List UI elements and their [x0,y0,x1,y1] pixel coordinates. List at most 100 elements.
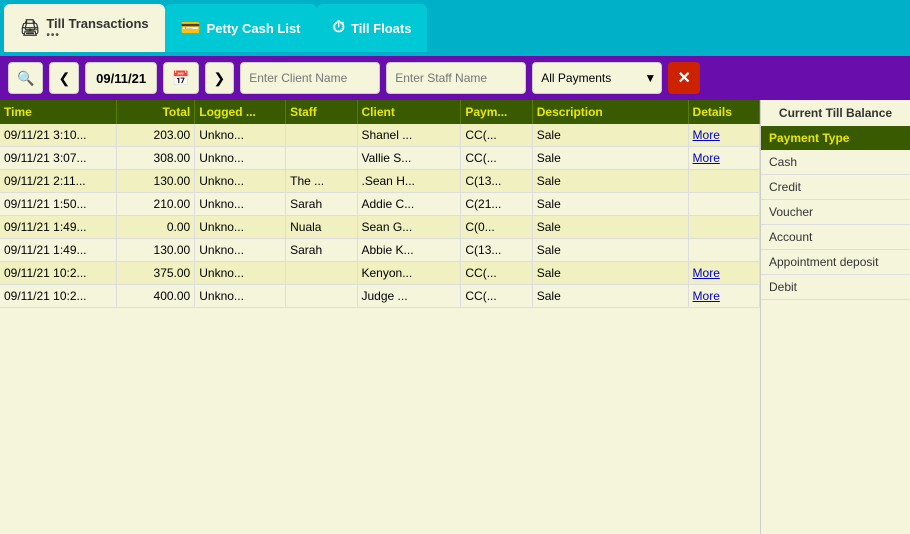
payment-type-item[interactable]: Credit [761,175,910,200]
col-header-client: Client [357,100,461,124]
cell-client: Shanel ... [357,124,461,147]
petty-cash-icon: 💳 [181,18,201,38]
cell-staff [286,147,357,170]
staff-name-input[interactable] [386,62,526,94]
payment-type-item[interactable]: Voucher [761,200,910,225]
tab-till-floats[interactable]: ⏱ Till Floats [317,4,428,52]
clear-icon: ✕ [678,68,691,88]
cell-payment: CC(... [461,262,532,285]
cell-client: Addie C... [357,193,461,216]
tab-dots: ••• [46,31,148,41]
cell-time: 09/11/21 1:49... [0,239,117,262]
cell-time: 09/11/21 10:2... [0,262,117,285]
cell-description: Sale [532,124,688,147]
cell-logged: Unkno... [195,124,286,147]
search-button[interactable]: 🔍 [8,62,43,94]
tab-till-floats-label: Till Floats [351,21,411,36]
table-row: 09/11/21 10:2...400.00Unkno... Judge ...C… [0,285,760,308]
cell-logged: Unkno... [195,262,286,285]
cell-payment: C(21... [461,193,532,216]
col-header-description: Description [532,100,688,124]
table-header-row: Time Total Logged ... Staff Client Paym.… [0,100,760,124]
cell-payment: C(13... [461,239,532,262]
table-row: 09/11/21 1:50...210.00Unkno...SarahAddie… [0,193,760,216]
cell-total: 130.00 [117,170,195,193]
tab-till-transactions[interactable]: 🖨 Till Transactions ••• [4,4,165,52]
cell-time: 09/11/21 3:07... [0,147,117,170]
prev-button[interactable]: ❮ [49,62,79,94]
cell-payment: CC(... [461,124,532,147]
payment-type-item[interactable]: Account [761,225,910,250]
next-button[interactable]: ❯ [205,62,235,94]
cell-payment: C(0... [461,216,532,239]
cell-staff [286,262,357,285]
cell-total: 203.00 [117,124,195,147]
client-name-input[interactable] [240,62,380,94]
cell-description: Sale [532,285,688,308]
till-balance-label: Current Till Balance [761,100,910,126]
calendar-icon: 📅 [172,70,189,87]
clear-button[interactable]: ✕ [668,62,700,94]
col-header-staff: Staff [286,100,357,124]
cell-client: Kenyon... [357,262,461,285]
cell-time: 09/11/21 1:49... [0,216,117,239]
payment-type-header: Payment Type [761,126,910,150]
payment-select[interactable]: All Payments Cash Credit Voucher Account… [532,62,662,94]
cell-details[interactable]: More [688,124,759,147]
more-link[interactable]: More [693,289,720,303]
cell-details[interactable]: More [688,262,759,285]
cell-logged: Unkno... [195,285,286,308]
more-link[interactable]: More [693,128,720,142]
cell-total: 308.00 [117,147,195,170]
cell-details[interactable]: More [688,147,759,170]
cell-client: Sean G... [357,216,461,239]
till-transactions-icon: 🖨 [20,18,40,38]
payment-type-item[interactable]: Appointment deposit [761,250,910,275]
more-link[interactable]: More [693,151,720,165]
cell-client: Vallie S... [357,147,461,170]
toolbar: 🔍 ❮ 09/11/21 📅 ❯ All Payments Cash Credi… [0,56,910,100]
cell-logged: Unkno... [195,216,286,239]
payment-type-item[interactable]: Debit [761,275,910,300]
date-value: 09/11/21 [96,71,146,86]
calendar-button[interactable]: 📅 [163,62,198,94]
cell-details[interactable]: More [688,285,759,308]
tab-bar: 🖨 Till Transactions ••• 💳 Petty Cash Lis… [0,0,910,56]
search-icon: 🔍 [17,70,34,87]
table-row: 09/11/21 1:49...130.00Unkno...SarahAbbie… [0,239,760,262]
cell-logged: Unkno... [195,193,286,216]
col-header-time: Time [0,100,117,124]
cell-staff: Nuala [286,216,357,239]
cell-logged: Unkno... [195,147,286,170]
table-row: 09/11/21 10:2...375.00Unkno... Kenyon...C… [0,262,760,285]
table-row: 09/11/21 2:11...130.00Unkno...The ....Se… [0,170,760,193]
cell-time: 09/11/21 10:2... [0,285,117,308]
table-area: Time Total Logged ... Staff Client Paym.… [0,100,760,534]
cell-payment: CC(... [461,147,532,170]
cell-staff: Sarah [286,239,357,262]
tab-petty-cash-label: Petty Cash List [207,21,301,36]
cell-description: Sale [532,147,688,170]
cell-payment: CC(... [461,285,532,308]
cell-staff: The ... [286,170,357,193]
cell-staff: Sarah [286,193,357,216]
cell-details [688,170,759,193]
cell-details [688,216,759,239]
col-header-details: Details [688,100,759,124]
more-link[interactable]: More [693,266,720,280]
payment-type-item[interactable]: Cash [761,150,910,175]
cell-client: Abbie K... [357,239,461,262]
table-row: 09/11/21 3:10...203.00Unkno...Shanel ...… [0,124,760,147]
tab-petty-cash[interactable]: 💳 Petty Cash List [165,4,317,52]
main-area: Time Total Logged ... Staff Client Paym.… [0,100,910,534]
col-header-logged: Logged ... [195,100,286,124]
cell-total: 130.00 [117,239,195,262]
cell-total: 375.00 [117,262,195,285]
cell-client: Judge ... [357,285,461,308]
cell-client: .Sean H... [357,170,461,193]
cell-staff [286,285,357,308]
cell-time: 09/11/21 2:11... [0,170,117,193]
cell-total: 400.00 [117,285,195,308]
cell-details [688,239,759,262]
cell-total: 0.00 [117,216,195,239]
